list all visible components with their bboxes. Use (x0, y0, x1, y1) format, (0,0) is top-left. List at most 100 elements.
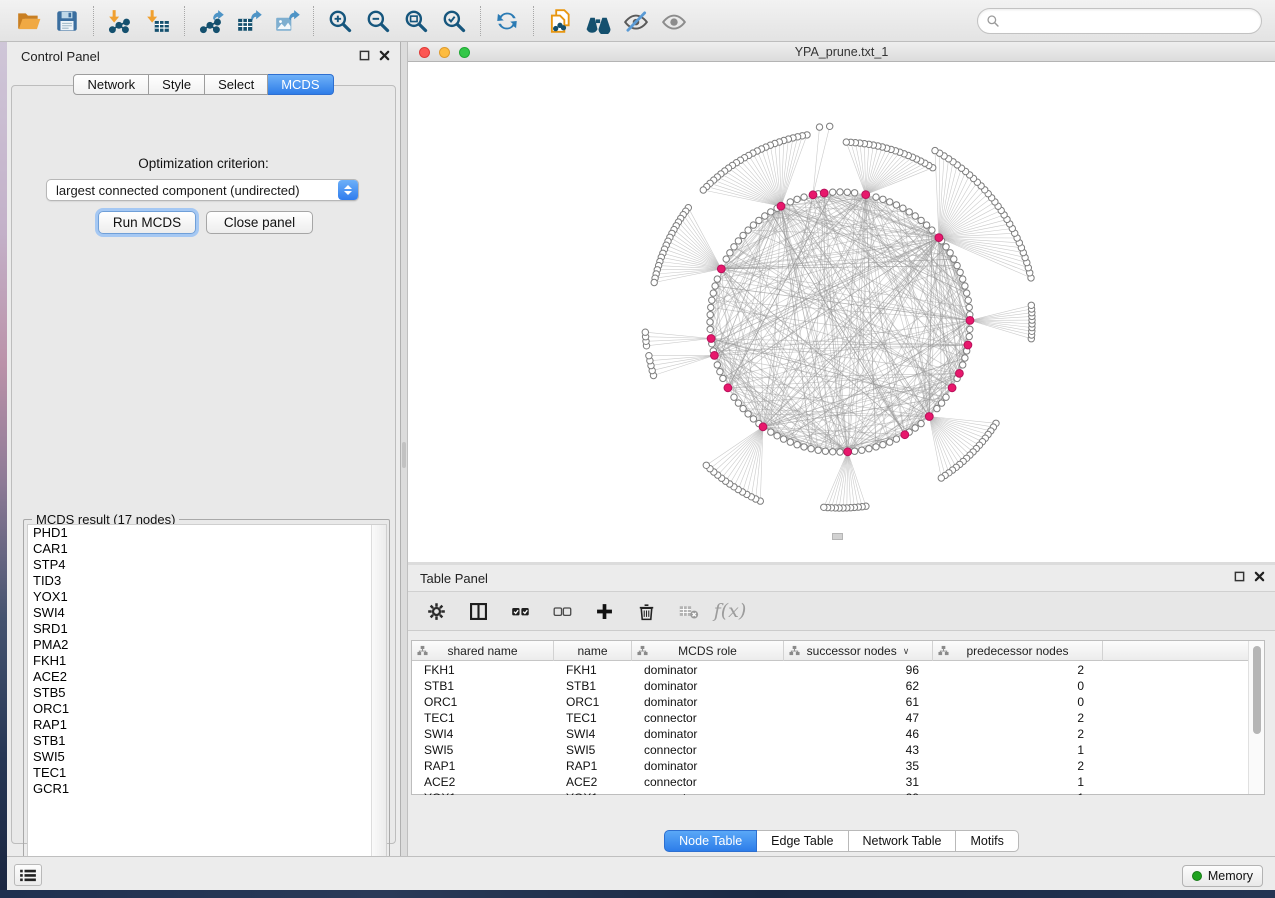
run-mcds-button[interactable]: Run MCDS (98, 211, 196, 234)
new-network-from-selection-button[interactable] (541, 4, 579, 38)
cell-name: ACE2 (554, 774, 632, 790)
tab-node-table[interactable]: Node Table (664, 830, 757, 852)
network-window-titlebar[interactable]: YPA_prune.txt_1 (408, 42, 1275, 62)
mcds-result-item[interactable]: GCR1 (28, 781, 386, 797)
control-panel-tabs: NetworkStyleSelectMCDS (7, 74, 400, 95)
column-header-successor-nodes[interactable]: successor nodes∨ (784, 641, 933, 661)
table-row[interactable]: SWI5SWI5connector431 (412, 742, 1249, 758)
table-row[interactable]: SWI4SWI4dominator462 (412, 726, 1249, 742)
deselect-all-icon (552, 601, 573, 622)
table-row[interactable]: STB1STB1dominator620 (412, 678, 1249, 694)
mcds-result-item[interactable]: CAR1 (28, 541, 386, 557)
table-row[interactable]: ACE2ACE2connector311 (412, 774, 1249, 790)
mcds-result-list[interactable]: PHD1CAR1STP4TID3YOX1SWI4SRD1PMA2FKH1ACE2… (27, 524, 387, 877)
vertical-splitter[interactable] (401, 42, 408, 856)
cell-successor-nodes: 31 (784, 774, 933, 790)
mcds-list-scrollbar[interactable] (371, 525, 386, 876)
cell-MCDS-role: dominator (632, 662, 784, 678)
table-settings-button[interactable] (422, 597, 450, 625)
mcds-result-item[interactable]: RAP1 (28, 717, 386, 733)
mcds-result-item[interactable]: SWI4 (28, 605, 386, 621)
mcds-result-item[interactable]: TEC1 (28, 765, 386, 781)
export-table-button[interactable] (230, 4, 268, 38)
column-header-predecessor-nodes[interactable]: predecessor nodes (933, 641, 1103, 661)
export-network-button[interactable] (192, 4, 230, 38)
tab-edge-table[interactable]: Edge Table (757, 830, 848, 852)
cell-predecessor-nodes: 0 (933, 678, 1103, 694)
optimization-select[interactable]: largest connected component (undirected) (46, 179, 359, 201)
column-header-filler (1103, 641, 1249, 661)
mcds-result-item[interactable]: ORC1 (28, 701, 386, 717)
table-row[interactable]: FKH1FKH1dominator962 (412, 662, 1249, 678)
search-input[interactable] (1005, 11, 1261, 31)
network-splitter-grip[interactable] (832, 533, 843, 540)
show-all-button[interactable] (655, 4, 693, 38)
close-table-panel-icon[interactable] (1254, 571, 1265, 582)
mcds-result-item[interactable]: STB5 (28, 685, 386, 701)
mcds-result-item[interactable]: SRD1 (28, 621, 386, 637)
tab-motifs[interactable]: Motifs (956, 830, 1018, 852)
tab-network-table[interactable]: Network Table (849, 830, 957, 852)
save-session-button[interactable] (48, 4, 86, 38)
mcds-result-item[interactable]: ACE2 (28, 669, 386, 685)
apply-layout-button[interactable] (488, 4, 526, 38)
memory-label: Memory (1208, 869, 1253, 883)
float-table-panel-icon[interactable] (1234, 571, 1245, 582)
column-header-shared-name[interactable]: shared name (412, 641, 554, 661)
tab-network[interactable]: Network (73, 74, 149, 95)
table-scrollbar[interactable] (1248, 641, 1264, 794)
tab-style[interactable]: Style (149, 74, 205, 95)
function-builder-icon: f(x) (714, 600, 747, 622)
mcds-result-item[interactable]: PMA2 (28, 637, 386, 653)
zoom-selected-button[interactable] (435, 4, 473, 38)
export-image-button[interactable] (268, 4, 306, 38)
open-session-button[interactable] (10, 4, 48, 38)
close-panel-button[interactable]: Close panel (206, 211, 313, 234)
delete-columns-button[interactable] (632, 597, 660, 625)
zoom-fit-button[interactable] (397, 4, 435, 38)
table-settings-icon (426, 601, 447, 622)
table-row[interactable]: YOX1YOX1connector291 (412, 790, 1249, 795)
memory-button[interactable]: Memory (1182, 865, 1263, 887)
table-row[interactable]: ORC1ORC1dominator610 (412, 694, 1249, 710)
cell-name: FKH1 (554, 662, 632, 678)
export-image-icon (274, 8, 300, 34)
mcds-result-item[interactable]: PHD1 (28, 525, 386, 541)
splitter-grip[interactable] (402, 442, 406, 468)
show-columns-button[interactable] (464, 597, 492, 625)
column-header-MCDS-role[interactable]: MCDS role (632, 641, 784, 661)
task-history-button[interactable] (14, 864, 42, 886)
float-panel-icon[interactable] (359, 50, 370, 61)
create-column-button[interactable] (590, 597, 618, 625)
import-table-button[interactable] (139, 4, 177, 38)
desktop-background-left (0, 42, 7, 890)
tab-mcds[interactable]: MCDS (268, 74, 333, 95)
toolbar-separator (313, 6, 314, 36)
cell-shared-name: SWI4 (412, 726, 554, 742)
mcds-result-item[interactable]: STB1 (28, 733, 386, 749)
mcds-result-item[interactable]: TID3 (28, 573, 386, 589)
table-scrollbar-thumb[interactable] (1253, 646, 1261, 734)
mcds-result-item[interactable]: YOX1 (28, 589, 386, 605)
network-view-panel: YPA_prune.txt_1 (408, 42, 1275, 562)
mcds-result-item[interactable]: FKH1 (28, 653, 386, 669)
table-row[interactable]: RAP1RAP1dominator352 (412, 758, 1249, 774)
zoom-out-button[interactable] (359, 4, 397, 38)
deselect-all-button[interactable] (548, 597, 576, 625)
table-row[interactable]: TEC1TEC1connector472 (412, 710, 1249, 726)
search-box[interactable] (977, 8, 1262, 34)
zoom-in-button[interactable] (321, 4, 359, 38)
close-panel-icon[interactable] (379, 50, 390, 61)
import-network-button[interactable] (101, 4, 139, 38)
network-graph[interactable] (408, 62, 1275, 562)
column-header-name[interactable]: name (554, 641, 632, 661)
save-session-icon (54, 8, 80, 34)
tab-select[interactable]: Select (205, 74, 268, 95)
hide-selected-button[interactable] (617, 4, 655, 38)
column-label: MCDS role (678, 644, 737, 658)
first-neighbors-button[interactable] (579, 4, 617, 38)
mcds-result-item[interactable]: SWI5 (28, 749, 386, 765)
select-all-button[interactable] (506, 597, 534, 625)
mcds-result-item[interactable]: STP4 (28, 557, 386, 573)
show-all-icon (661, 8, 687, 34)
